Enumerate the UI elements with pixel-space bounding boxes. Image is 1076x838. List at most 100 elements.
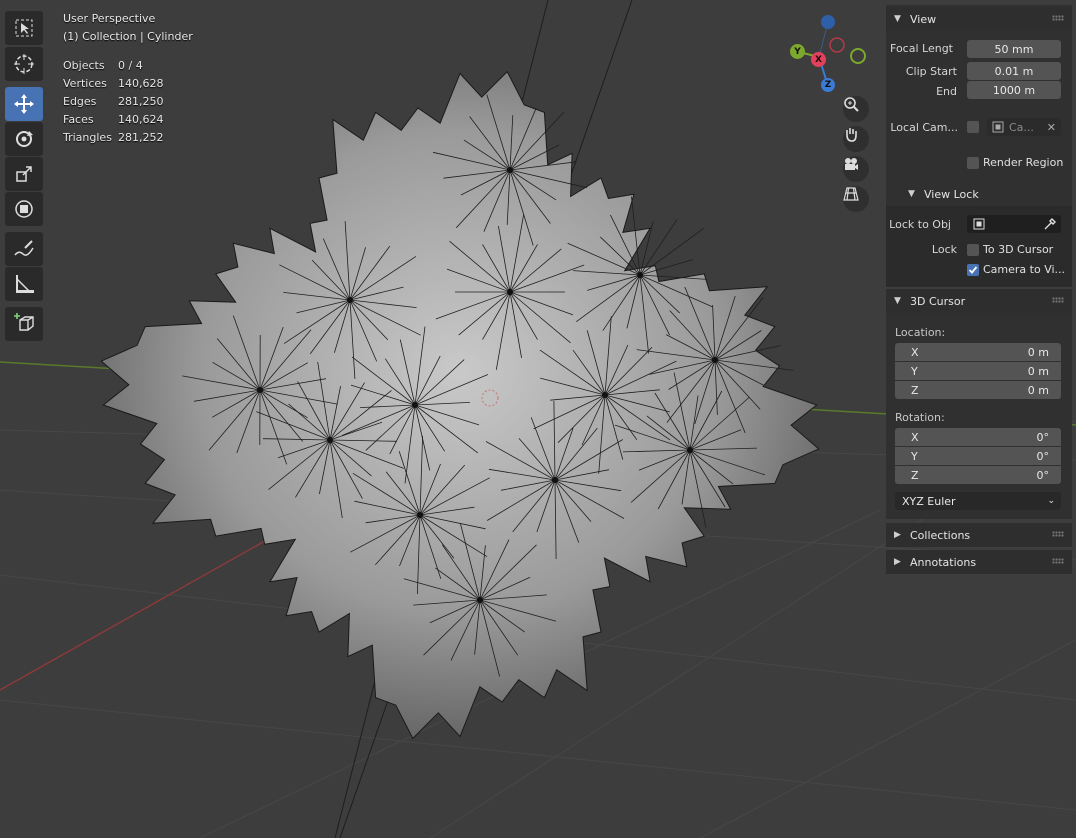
focal-length-field[interactable]: 50 mm bbox=[967, 40, 1061, 58]
gizmo-y-axis[interactable]: Y bbox=[790, 44, 805, 59]
view-panel: ▼ View Focal Lengt 50 mm Clip Start 0.01… bbox=[886, 5, 1072, 287]
axis-value: 0 m bbox=[1027, 364, 1049, 378]
chevron-down-icon: ▼ bbox=[894, 14, 901, 24]
lock-label: Lock bbox=[931, 243, 957, 256]
object-icon bbox=[973, 218, 985, 230]
panel-title: Annotations bbox=[910, 555, 977, 569]
axis-value: 0 m bbox=[1027, 383, 1049, 397]
drag-grip-icon[interactable] bbox=[1052, 558, 1064, 564]
location-x-field[interactable]: X 0 m bbox=[895, 343, 1061, 361]
measure-icon bbox=[16, 275, 34, 293]
location-y-field[interactable]: Y 0 m bbox=[895, 362, 1061, 380]
camera-icon bbox=[845, 158, 858, 170]
pan-button[interactable] bbox=[843, 126, 869, 152]
lock-to-object-field[interactable] bbox=[967, 215, 1061, 233]
fractal-mesh[interactable] bbox=[100, 70, 820, 740]
axis-value: 0° bbox=[1036, 468, 1050, 482]
rotation-mode-dropdown[interactable]: XYZ Euler ⌄ bbox=[895, 492, 1061, 510]
scale-icon bbox=[16, 166, 32, 182]
zoom-button[interactable] bbox=[843, 96, 869, 122]
annotations-panel-header[interactable]: ▶ Annotations bbox=[886, 550, 1072, 574]
checkmark-icon bbox=[968, 266, 978, 274]
ortho-toggle-button[interactable] bbox=[843, 186, 869, 212]
3d-cursor-header[interactable]: ▼ 3D Cursor bbox=[886, 289, 1072, 313]
stat-value: 281,250 bbox=[118, 95, 164, 108]
stat-value: 0 / 4 bbox=[118, 59, 143, 72]
chevron-down-icon: ▼ bbox=[894, 296, 901, 306]
drag-grip-icon[interactable] bbox=[1052, 15, 1064, 21]
gizmo-y-label: Y bbox=[794, 46, 801, 57]
gizmo-neg-y[interactable] bbox=[850, 48, 866, 64]
local-camera-field[interactable]: Ca... ✕ bbox=[987, 118, 1061, 136]
rotation-x-field[interactable]: X 0° bbox=[895, 428, 1061, 446]
chevron-right-icon: ▶ bbox=[894, 557, 901, 567]
collections-panel-header[interactable]: ▶ Collections bbox=[886, 523, 1072, 547]
chevron-down-icon: ▼ bbox=[908, 189, 915, 199]
mesh-vertex-hub bbox=[687, 447, 693, 453]
move-tool[interactable] bbox=[5, 87, 43, 121]
measure-tool[interactable] bbox=[5, 267, 43, 301]
gizmo-x-axis[interactable]: X bbox=[811, 52, 826, 67]
add-cube-icon bbox=[14, 313, 34, 331]
eyedropper-icon[interactable] bbox=[1043, 217, 1057, 231]
to-3d-cursor-checkbox[interactable] bbox=[967, 244, 979, 256]
transform-icon bbox=[15, 200, 33, 218]
stat-label: Objects bbox=[63, 59, 105, 72]
camera-view-button[interactable] bbox=[843, 156, 869, 182]
mesh-vertex-hub bbox=[552, 477, 558, 483]
focal-length-label: Focal Lengt bbox=[890, 42, 953, 55]
axis-value: 0 m bbox=[1027, 345, 1049, 359]
clear-icon[interactable]: ✕ bbox=[1047, 121, 1056, 134]
clip-end-field[interactable]: 1000 m bbox=[967, 81, 1061, 99]
rotation-y-field[interactable]: Y 0° bbox=[895, 447, 1061, 465]
clip-end-label: End bbox=[936, 85, 957, 98]
view-lock-header[interactable]: ▼ View Lock bbox=[886, 182, 1072, 206]
location-z-field[interactable]: Z 0 m bbox=[895, 381, 1061, 399]
move-icon bbox=[14, 94, 34, 114]
chevron-down-icon: ⌄ bbox=[1047, 496, 1055, 506]
mesh-edge bbox=[639, 219, 678, 276]
clip-start-label: Clip Start bbox=[905, 65, 957, 78]
rotation-z-field[interactable]: Z 0° bbox=[895, 466, 1061, 484]
axis-label: X bbox=[911, 345, 919, 359]
drag-grip-icon[interactable] bbox=[1052, 297, 1064, 303]
annotate-icon bbox=[14, 240, 34, 256]
stat-label: Edges bbox=[63, 95, 97, 108]
axis-label: Y bbox=[911, 364, 918, 378]
rotation-label: Rotation: bbox=[895, 411, 945, 424]
local-camera-checkbox[interactable] bbox=[967, 121, 979, 133]
rotate-tool[interactable] bbox=[5, 122, 43, 156]
zoom-icon bbox=[844, 97, 859, 112]
drag-grip-icon[interactable] bbox=[1052, 531, 1064, 537]
viewport-header-info: User Perspective (1) Collection | Cylind… bbox=[63, 12, 193, 48]
location-label: Location: bbox=[895, 326, 946, 339]
cursor-tool[interactable] bbox=[5, 47, 43, 81]
gizmo-z-axis[interactable]: Z bbox=[821, 78, 835, 92]
chevron-right-icon: ▶ bbox=[894, 530, 901, 540]
cursor-icon bbox=[14, 54, 34, 74]
stat-row: Vertices 140,628 bbox=[63, 77, 178, 95]
axis-label: Z bbox=[911, 383, 919, 397]
hand-icon bbox=[846, 128, 857, 142]
select-box-tool[interactable] bbox=[5, 11, 43, 45]
camera-to-view-checkbox[interactable] bbox=[967, 264, 979, 276]
annotate-tool[interactable] bbox=[5, 232, 43, 266]
mesh-vertex-hub bbox=[637, 272, 643, 278]
axis-label: Z bbox=[911, 468, 919, 482]
stat-label: Vertices bbox=[63, 77, 107, 90]
stat-label: Faces bbox=[63, 113, 94, 126]
gizmo-neg-z[interactable] bbox=[821, 15, 835, 29]
mesh-vertex-hub bbox=[477, 597, 483, 603]
scale-tool[interactable] bbox=[5, 157, 43, 191]
view-mode-text: User Perspective bbox=[63, 12, 156, 25]
view-panel-header[interactable]: ▼ View bbox=[886, 7, 1072, 31]
add-cube-tool[interactable] bbox=[5, 307, 43, 341]
sidebar-n-panel: ▼ View Focal Lengt 50 mm Clip Start 0.01… bbox=[886, 5, 1072, 580]
transform-tool[interactable] bbox=[5, 192, 43, 226]
clip-start-field[interactable]: 0.01 m bbox=[967, 62, 1061, 80]
gizmo-neg-x[interactable] bbox=[829, 37, 845, 53]
mesh-vertex-hub bbox=[417, 512, 423, 518]
render-region-checkbox[interactable] bbox=[967, 157, 979, 169]
local-camera-value: Ca... bbox=[1009, 120, 1034, 134]
camera-to-view-label: Camera to Vi... bbox=[983, 263, 1066, 276]
